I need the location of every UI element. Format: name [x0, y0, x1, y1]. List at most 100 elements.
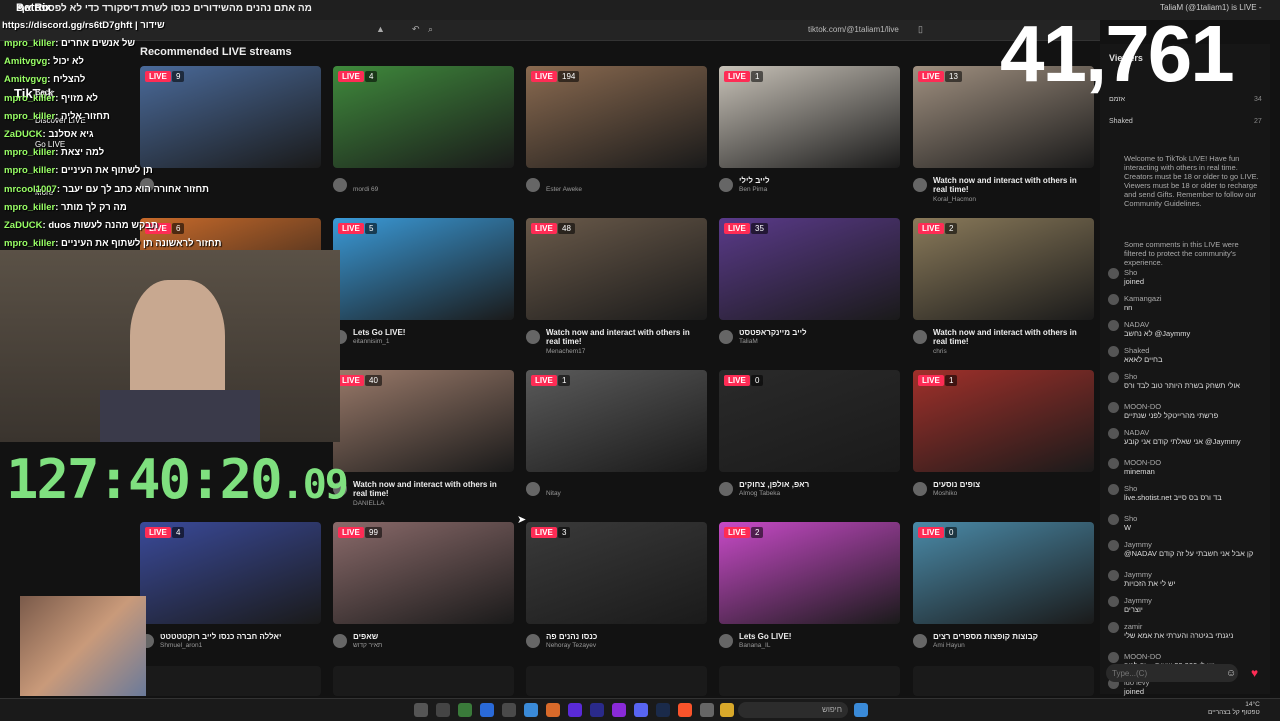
discord-icon[interactable] [634, 703, 648, 717]
chat-username[interactable]: Sho [1124, 372, 1259, 381]
card-info[interactable]: Watch now and interact with others in re… [333, 480, 514, 516]
heart-icon[interactable]: ♥ [1251, 666, 1258, 680]
card-info[interactable]: יאללה חברה כנסו לייב רוקטטטטט Shmuel_aron… [140, 632, 321, 668]
app-icon[interactable] [458, 703, 472, 717]
chat-username[interactable]: Sho [1124, 514, 1259, 523]
undo-icon[interactable]: ↶ [412, 24, 420, 35]
card-info[interactable]: לייב מיינקראפטסט TaliaM [719, 328, 900, 364]
streamer-avatar[interactable] [333, 178, 347, 192]
streamer-avatar[interactable] [526, 178, 540, 192]
chat-avatar[interactable] [1108, 514, 1119, 525]
live-stream-card[interactable]: LIVE 1 [913, 370, 1094, 472]
chat-username[interactable]: MOON-DO [1124, 402, 1259, 411]
live-stream-card[interactable]: LIVE 40 [333, 370, 514, 472]
chat-username[interactable]: Kamangazi [1124, 294, 1259, 303]
streamer-avatar[interactable] [719, 634, 733, 648]
chat-username[interactable]: Sho [1124, 268, 1259, 277]
card-info[interactable]: צופים נוסעים Moshiko [913, 480, 1094, 516]
live-stream-card[interactable]: LIVE 35 [719, 218, 900, 320]
card-info[interactable]: Watch now and interact with others in re… [913, 328, 1094, 364]
app-icon[interactable] [524, 703, 538, 717]
streamer-avatar[interactable] [333, 634, 347, 648]
live-stream-card[interactable]: LIVE 1 [526, 370, 707, 472]
app-icon[interactable] [480, 703, 494, 717]
live-stream-card[interactable]: LIVE 1 [719, 66, 900, 168]
live-stream-card[interactable]: LIVE 4 [140, 522, 321, 624]
card-info[interactable]: Lets Go LIVE! Banana_IL [719, 632, 900, 668]
streamer-avatar[interactable] [913, 330, 927, 344]
live-stream-card[interactable]: LIVE 0 [913, 522, 1094, 624]
tab-title[interactable]: מה אתם נהנים מהשידורים כנסו לשרת דיסקורד… [18, 3, 312, 14]
browser-icon[interactable] [678, 703, 692, 717]
card-info[interactable]: ראפ, אולפן, צחוקים Almog Tabeka [719, 480, 900, 516]
streamer-avatar[interactable] [913, 634, 927, 648]
live-stream-card[interactable]: LIVE 5 [333, 218, 514, 320]
chat-avatar[interactable] [1108, 346, 1119, 357]
card-info[interactable]: Watch now and interact with others in re… [526, 328, 707, 364]
streamer-avatar[interactable] [526, 482, 540, 496]
card-info[interactable]: כנסו נהנים פה Nehoray Tezayev [526, 632, 707, 668]
bookmark-icon[interactable]: ▯ [918, 24, 923, 35]
card-info[interactable]: Watch now and interact with others in re… [913, 176, 1094, 212]
app-icon[interactable] [568, 703, 582, 717]
live-stream-card[interactable]: LIVE 9 [140, 66, 321, 168]
chat-avatar[interactable] [1108, 596, 1119, 607]
app-icon[interactable] [590, 703, 604, 717]
chat-username[interactable]: Sho [1124, 484, 1259, 493]
live-stream-card[interactable]: LIVE 194 [526, 66, 707, 168]
viewer-row[interactable]: Shaked 27 [1109, 118, 1262, 125]
streamer-avatar[interactable] [719, 178, 733, 192]
card-info[interactable]: לייב לילי Ben Pima [719, 176, 900, 212]
chat-username[interactable]: MOON-DO [1124, 652, 1259, 661]
task-view-icon[interactable] [436, 703, 450, 717]
chat-username[interactable]: zamir [1124, 622, 1259, 631]
streamer-avatar[interactable] [526, 634, 540, 648]
url-field[interactable]: tiktok.com/@1taliam1/live [808, 25, 899, 34]
chat-avatar[interactable] [1108, 402, 1119, 413]
card-info[interactable]: שאפים תאיר קדוש [333, 632, 514, 668]
app-icon[interactable] [546, 703, 560, 717]
streamer-avatar[interactable] [913, 178, 927, 192]
live-stream-card[interactable]: LIVE 48 [526, 218, 707, 320]
chat-username[interactable]: Jaymmy [1124, 596, 1259, 605]
chat-username[interactable]: Jaymmy [1124, 540, 1259, 549]
chat-username[interactable]: Jaymmy [1124, 570, 1259, 579]
app-icon[interactable] [700, 703, 714, 717]
chat-avatar[interactable] [1108, 320, 1119, 331]
chat-username[interactable]: NADAV [1124, 428, 1259, 437]
streamer-avatar[interactable] [719, 482, 733, 496]
live-stream-card[interactable]: LIVE 2 [719, 522, 900, 624]
card-info[interactable]: Nitay [526, 480, 707, 516]
card-info[interactable]: Ester Aweke [526, 176, 707, 212]
taskbar-search[interactable]: חיפוש [738, 702, 848, 718]
live-stream-card[interactable]: LIVE 3 [526, 522, 707, 624]
chat-avatar[interactable] [1108, 484, 1119, 495]
streamer-avatar[interactable] [526, 330, 540, 344]
search-icon[interactable]: ⌕ [428, 24, 433, 35]
warning-icon[interactable]: ▲ [376, 24, 385, 34]
live-stream-card[interactable]: LIVE 2 [913, 218, 1094, 320]
chat-avatar[interactable] [1108, 428, 1119, 439]
live-stream-card[interactable]: LIVE 0 [719, 370, 900, 472]
steam-icon[interactable] [656, 703, 670, 717]
chat-avatar[interactable] [1108, 570, 1119, 581]
chat-avatar[interactable] [1108, 652, 1119, 663]
card-info[interactable]: קבוצות קופצות מספרים רצים Ami Hayun [913, 632, 1094, 668]
chat-username[interactable]: MOON-DO [1124, 458, 1259, 467]
chat-avatar[interactable] [1108, 622, 1119, 633]
streamer-avatar[interactable] [719, 330, 733, 344]
chat-avatar[interactable] [1108, 540, 1119, 551]
chat-username[interactable]: NADAV [1124, 320, 1259, 329]
chat-avatar[interactable] [1108, 372, 1119, 383]
windows-icon[interactable] [854, 703, 868, 717]
folder-icon[interactable] [720, 703, 734, 717]
chat-username[interactable]: Shaked [1124, 346, 1259, 355]
chat-avatar[interactable] [1108, 294, 1119, 305]
emoji-icon[interactable]: ☺ [1226, 668, 1236, 679]
chat-avatar[interactable] [1108, 458, 1119, 469]
chat-input[interactable] [1106, 664, 1238, 682]
live-stream-card[interactable]: LIVE 4 [333, 66, 514, 168]
start-icon[interactable] [414, 703, 428, 717]
live-stream-card[interactable]: LIVE 99 [333, 522, 514, 624]
chat-avatar[interactable] [1108, 268, 1119, 279]
